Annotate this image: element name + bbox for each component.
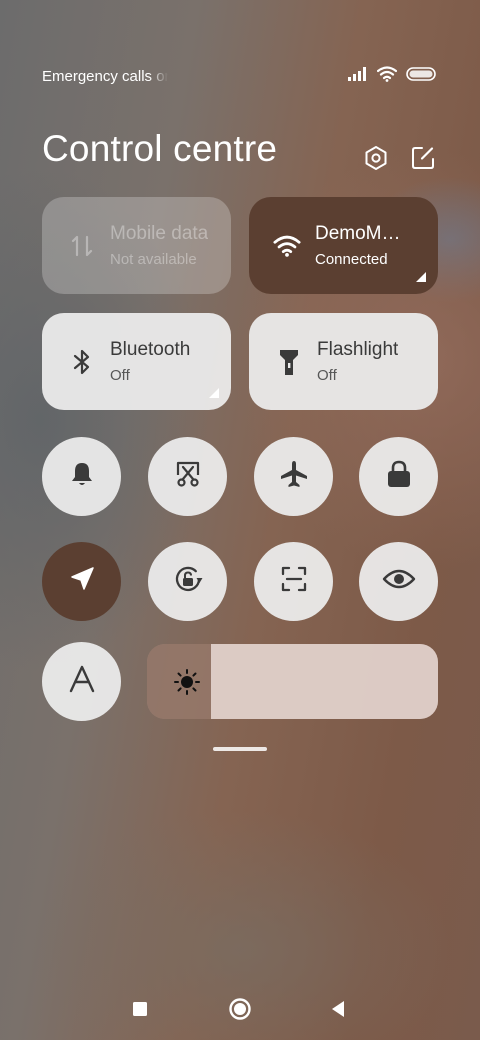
sun-icon (173, 668, 201, 696)
lock-screen-button[interactable] (359, 437, 438, 516)
mobile-data-tile[interactable]: Mobile data Not available (42, 197, 231, 294)
bluetooth-label: Bluetooth (110, 339, 191, 360)
settings-icon (363, 145, 389, 176)
wifi-tile[interactable]: DemoMode Connected (249, 197, 438, 294)
carrier-text: Emergency calls only (42, 67, 168, 85)
flashlight-status: Off (317, 367, 337, 384)
mobile-data-status: Not available (110, 251, 197, 268)
airplane-icon (278, 458, 310, 495)
panel-handle[interactable] (213, 747, 267, 751)
edit-icon (410, 145, 436, 176)
wifi-icon (273, 232, 301, 260)
battery-icon (406, 66, 436, 86)
wifi-expand-indicator[interactable] (416, 272, 426, 282)
settings-button[interactable] (362, 145, 390, 176)
recents-icon (132, 1001, 148, 1022)
wifi-icon (376, 65, 398, 87)
airplane-mode-button[interactable] (254, 437, 333, 516)
mobile-data-label: Mobile data (110, 223, 209, 244)
reading-mode-button[interactable] (359, 542, 438, 621)
status-bar: Emergency calls only (42, 62, 436, 90)
lock-icon (385, 459, 413, 494)
wifi-label: DemoMode (315, 223, 410, 244)
screenshot-icon (173, 459, 203, 494)
back-icon (329, 1000, 347, 1023)
bluetooth-icon (68, 348, 96, 376)
wifi-status: Connected (315, 251, 388, 268)
flashlight-tile[interactable]: Flashlight Off (249, 313, 438, 410)
edit-button[interactable] (409, 146, 437, 174)
font-icon (68, 664, 96, 699)
page-title: Control centre (42, 128, 278, 169)
screenshot-button[interactable] (148, 437, 227, 516)
rotation-lock-button[interactable] (148, 542, 227, 621)
flashlight-icon (275, 348, 303, 376)
flashlight-label: Flashlight (317, 339, 399, 360)
back-button[interactable] (326, 999, 350, 1023)
navigation-bar (0, 990, 480, 1032)
location-icon (67, 564, 97, 599)
home-button[interactable] (228, 997, 252, 1026)
signal-icon (348, 66, 368, 86)
rotation-lock-icon (171, 562, 205, 601)
bluetooth-tile[interactable]: Bluetooth Off (42, 313, 231, 410)
mobile-data-icon (68, 232, 96, 260)
ring-toggle-button[interactable] (42, 437, 121, 516)
scanner-icon (279, 564, 309, 599)
status-icons (348, 65, 436, 87)
recents-button[interactable] (128, 999, 152, 1023)
bell-icon (67, 459, 97, 494)
bluetooth-expand-indicator[interactable] (209, 388, 219, 398)
bluetooth-status: Off (110, 367, 130, 384)
home-icon (228, 997, 252, 1026)
brightness-slider[interactable] (147, 644, 438, 719)
eye-icon (382, 567, 416, 596)
brightness-track (211, 644, 438, 719)
font-button[interactable] (42, 642, 121, 721)
location-button[interactable] (42, 542, 121, 621)
scanner-button[interactable] (254, 542, 333, 621)
